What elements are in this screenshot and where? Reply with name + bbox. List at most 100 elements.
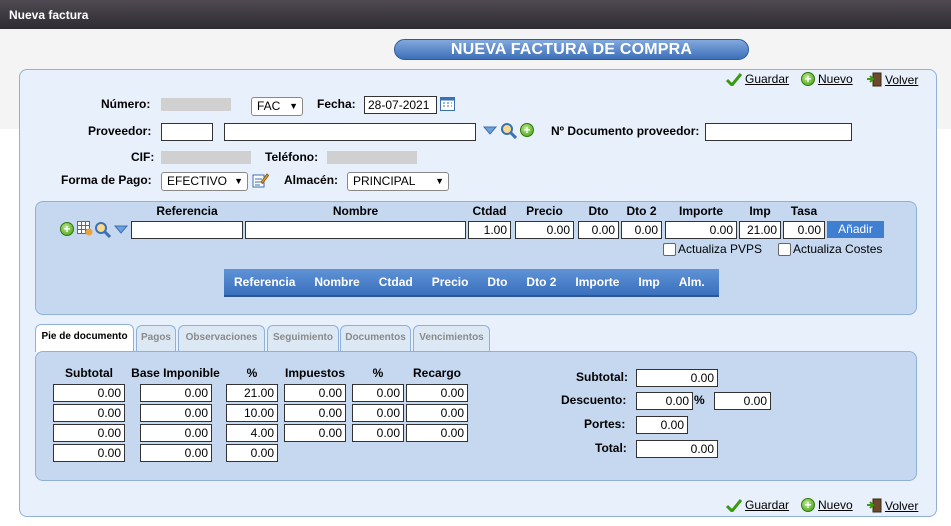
line-ctdad-input[interactable]: 1.00 (468, 221, 511, 239)
fecha-label: Fecha: (317, 97, 356, 111)
exit-door-icon (867, 72, 882, 87)
filter-dropdown-icon[interactable] (114, 225, 128, 234)
almacen-label: Almacén: (284, 173, 339, 187)
tax-subtotal[interactable]: 0.00 (53, 404, 125, 422)
line-precio-input[interactable]: 0.00 (515, 221, 574, 239)
tab-observaciones[interactable]: Observaciones (178, 325, 265, 351)
save-button[interactable]: Guardar (726, 72, 789, 86)
add-line-button[interactable]: Añadir (827, 221, 884, 238)
search-icon[interactable] (500, 122, 517, 139)
line-dto2-input[interactable]: 0.00 (621, 221, 662, 239)
proveedor-code-input[interactable] (161, 123, 213, 141)
search-product-icon[interactable] (94, 221, 111, 238)
line-referencia-input[interactable] (131, 221, 243, 239)
grid-col-dto2[interactable]: Dto 2 (526, 275, 556, 289)
tax-subtotal[interactable]: 0.00 (53, 424, 125, 442)
col-referencia: Referencia (156, 204, 218, 218)
grid-col-nombre[interactable]: Nombre (314, 275, 359, 289)
tax-pct[interactable]: 4.00 (226, 424, 278, 442)
portes-input[interactable]: 0.00 (636, 416, 688, 434)
line-nombre-input[interactable] (245, 221, 466, 239)
line-importe-input[interactable]: 0.00 (665, 221, 737, 239)
product-list-icon[interactable] (77, 221, 93, 236)
chevron-down-icon: ▼ (435, 176, 444, 186)
tab-pie-documento[interactable]: Pie de documento (35, 324, 134, 352)
back-button[interactable]: Volver (866, 72, 918, 87)
grid-col-imp[interactable]: Imp (638, 275, 659, 289)
exit-door-icon (867, 498, 882, 513)
add-provider-icon[interactable]: + (520, 123, 534, 137)
grid-col-precio[interactable]: Precio (432, 275, 469, 289)
cif-value (161, 151, 251, 164)
telefono-value (327, 151, 417, 164)
almacen-value: PRINCIPAL (353, 174, 416, 188)
col-dto2: Dto 2 (626, 204, 657, 218)
forma-pago-select[interactable]: EFECTIVO ▼ (161, 172, 248, 191)
save-button-bottom[interactable]: Guardar (726, 498, 789, 512)
tax-impuestos[interactable]: 0.00 (284, 424, 346, 442)
grid-col-importe[interactable]: Importe (575, 275, 619, 289)
line-imp-input[interactable]: 21.00 (739, 221, 781, 239)
tax-recargo[interactable]: 0.00 (406, 404, 468, 422)
tax-base[interactable]: 0.00 (140, 404, 212, 422)
tax-recargo[interactable]: 0.00 (406, 424, 468, 442)
grid-col-referencia[interactable]: Referencia (234, 275, 295, 289)
line-tasa-input[interactable]: 0.00 (783, 221, 825, 239)
telefono-label: Teléfono: (265, 150, 319, 164)
tax-base-total[interactable]: 0.00 (140, 444, 212, 462)
tax-pct-recargo[interactable]: 0.00 (352, 404, 404, 422)
tax-subtotal-total[interactable]: 0.00 (53, 444, 125, 462)
descuento-value-input[interactable]: 0.00 (714, 392, 771, 410)
tab-pagos[interactable]: Pagos (136, 325, 176, 351)
tax-impuestos[interactable]: 0.00 (284, 404, 346, 422)
chevron-down-icon: ▼ (289, 101, 298, 111)
tax-base[interactable]: 0.00 (140, 384, 212, 402)
line-dto-input[interactable]: 0.00 (578, 221, 619, 239)
tax-col-base: Base Imponible (131, 366, 220, 380)
tax-impuestos-total[interactable]: 0.00 (226, 444, 278, 462)
new-button-bottom[interactable]: + Nuevo (801, 498, 853, 512)
col-tasa: Tasa (790, 204, 818, 218)
tax-pct[interactable]: 10.00 (226, 404, 278, 422)
tax-recargo[interactable]: 0.00 (406, 384, 468, 402)
plus-icon: + (801, 498, 815, 512)
tax-col-recargo: Recargo (412, 366, 462, 380)
almacen-select[interactable]: PRINCIPAL ▼ (347, 172, 449, 191)
serie-select[interactable]: FAC ▼ (251, 97, 303, 116)
actualiza-pvps-checkbox[interactable] (663, 243, 676, 256)
back-button-bottom[interactable]: Volver (866, 498, 918, 513)
portes-label: Portes: (584, 417, 626, 431)
tab-vencimientos[interactable]: Vencimientos (413, 325, 490, 351)
lines-grid-header: Referencia Nombre Ctdad Precio Dto Dto 2… (224, 269, 719, 297)
tax-pct[interactable]: 21.00 (226, 384, 278, 402)
tax-base[interactable]: 0.00 (140, 424, 212, 442)
tab-documentos[interactable]: Documentos (340, 325, 411, 351)
edit-payment-icon[interactable] (252, 172, 269, 188)
tax-impuestos[interactable]: 0.00 (284, 384, 346, 402)
plus-icon: + (801, 72, 815, 86)
tab-seguimiento[interactable]: Seguimiento (267, 325, 339, 351)
proveedor-name-input[interactable] (224, 123, 476, 141)
add-line-icon[interactable]: + (60, 222, 74, 236)
grid-col-dto[interactable]: Dto (487, 275, 507, 289)
tax-pct-recargo[interactable]: 0.00 (352, 424, 404, 442)
tax-col-impuestos: Impuestos (284, 366, 345, 380)
descuento-pct-input[interactable]: 0.00 (636, 392, 693, 410)
fecha-input[interactable]: 28-07-2021 (364, 96, 437, 114)
tax-pct-recargo[interactable]: 0.00 (352, 384, 404, 402)
grid-col-ctdad[interactable]: Ctdad (379, 275, 413, 289)
calendar-icon[interactable] (440, 97, 455, 111)
subtotal-input[interactable]: 0.00 (636, 369, 718, 387)
new-button[interactable]: + Nuevo (801, 72, 853, 86)
total-input[interactable]: 0.00 (636, 440, 718, 458)
ndoc-input[interactable] (705, 123, 852, 141)
actualiza-costes-checkbox[interactable] (778, 243, 791, 256)
col-importe: Importe (678, 204, 723, 218)
actualiza-pvps-label: Actualiza PVPS (678, 242, 763, 256)
grid-col-alm[interactable]: Alm. (679, 275, 705, 289)
filter-dropdown-icon[interactable] (483, 126, 497, 135)
col-precio: Precio (526, 204, 563, 218)
check-icon (726, 498, 742, 512)
back-label: Volver (885, 72, 919, 87)
tax-subtotal[interactable]: 0.00 (53, 384, 125, 402)
